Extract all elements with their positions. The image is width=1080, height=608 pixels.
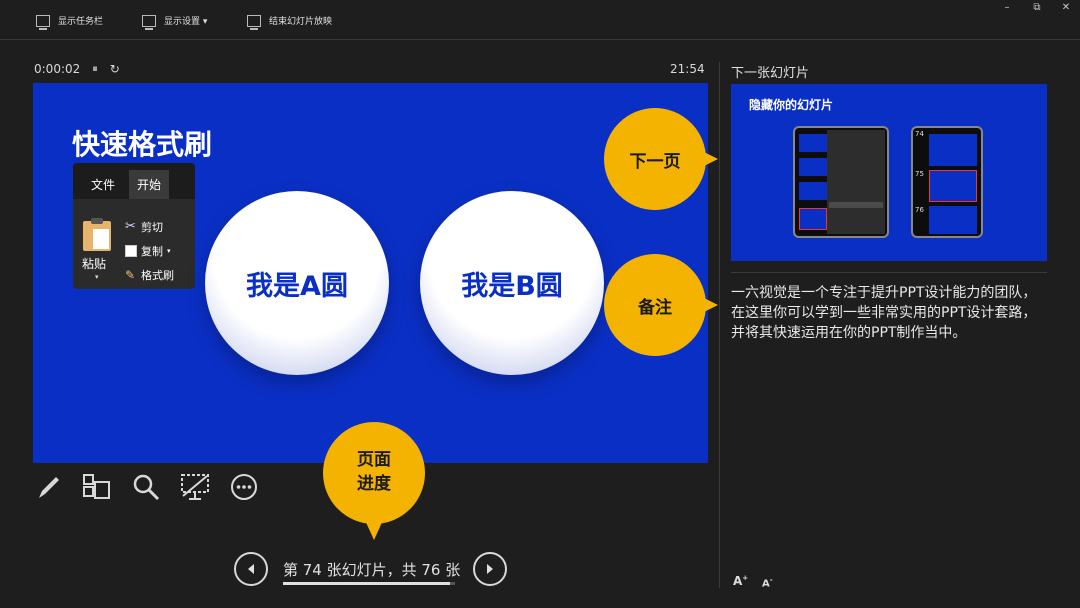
close-button[interactable]: ✕ [1056,2,1076,13]
ribbon-mockup: 文件 开始 粘贴 ▾ ✂ 剪切 复制 ▾ ✎ 格式刷 [73,163,195,289]
paste-label: 粘贴 [82,257,107,271]
end-show-icon [247,14,261,30]
decrease-font-label: A [762,578,770,590]
next-slide-title: 隐藏你的幻灯片 [749,98,834,112]
ribbon-tabs: 文件 开始 [73,163,195,199]
cut-label: 剪切 [141,221,163,234]
slide-progress-bar [283,582,455,585]
end-slideshow-label: 结束幻灯片放映 [269,17,333,27]
paste-icon [83,218,111,251]
format-painter-label: 格式刷 [141,269,174,282]
scissors-icon: ✂ [125,219,136,234]
monitor-settings-icon [142,14,156,30]
circle-b: 我是B圆 [420,191,604,375]
black-screen-icon[interactable] [180,472,210,502]
show-taskbar-label: 显示任务栏 [58,17,104,27]
clock: 21:54 [670,62,705,76]
slide-counter[interactable]: 第 74 张幻灯片，共 76 张 [283,559,460,580]
panel-divider [719,62,720,588]
next-slide-preview[interactable]: 隐藏你的幻灯片 74 75 76 [731,84,1047,261]
slide-progress-fill [283,582,451,585]
next-slide-context-menu-mockup [793,126,889,238]
next-slide-button[interactable] [473,552,507,586]
see-all-slides-icon[interactable] [82,472,112,502]
notes-callout-label: 备注 [638,297,672,318]
minimize-button[interactable]: – [997,2,1017,13]
thumb-number-75: 75 [915,170,924,178]
decrease-font-button[interactable]: A- [762,576,773,589]
copy-label: 复制 [141,245,163,258]
copy-icon [125,245,137,257]
slide-title: 快速格式刷 [72,128,213,161]
page-progress-callout-line2: 进度 [357,474,391,494]
ribbon-tab-home: 开始 [129,170,170,199]
increase-font-button[interactable]: A+ [733,574,748,588]
format-painter-command: ✎ 格式刷 [125,267,174,283]
circle-a: 我是A圆 [205,191,389,375]
previous-arrow-icon [248,564,254,574]
next-slide-thumbnail-mockup: 74 75 76 [911,126,983,238]
next-arrow-icon [487,564,493,574]
page-progress-callout: 页面 进度 [323,422,425,524]
reset-timer-icon[interactable]: ↻ [110,62,120,76]
speaker-notes[interactable]: 一六视觉是一个专注于提升PPT设计能力的团队，在这里你可以学到一些非常实用的PP… [731,284,1049,344]
page-progress-callout-line1: 页面 [357,450,391,471]
notes-callout-pointer [700,296,718,314]
zoom-icon[interactable] [131,472,161,502]
page-progress-callout-pointer [364,518,384,540]
next-page-callout-label: 下一页 [629,151,681,172]
previous-slide-button[interactable] [234,552,268,586]
brush-icon: ✎ [125,268,136,282]
copy-command: 复制 ▾ [125,243,171,259]
paste-dropdown-icon: ▾ [95,273,99,281]
copy-dropdown-icon: ▾ [167,247,171,255]
presenter-toolbar: 显示任务栏 显示设置 ▾ 结束幻灯片放映 – ⧉ ✕ [0,0,1080,40]
increase-font-label: A [733,574,743,588]
pen-icon[interactable] [34,472,64,502]
elapsed-time: 0:00:02 [34,62,81,76]
notes-separator [731,272,1047,273]
next-slide-label: 下一张幻灯片 [731,66,810,81]
next-page-callout-pointer [700,150,718,168]
show-taskbar-button[interactable]: 显示任务栏 [36,14,104,30]
cut-command: ✂ 剪切 [125,219,163,235]
restore-button[interactable]: ⧉ [1027,2,1047,13]
taskbar-icon [36,14,50,30]
pause-icon[interactable]: ⏸ [92,62,98,76]
timer: 0:00:02 ⏸ ↻ [34,62,120,76]
more-options-icon[interactable] [229,472,259,502]
display-settings-label: 显示设置 ▾ [164,17,208,27]
display-settings-button[interactable]: 显示设置 ▾ [142,14,208,30]
notes-callout: 备注 [604,254,706,356]
thumb-number-76: 76 [915,206,924,214]
next-page-callout: 下一页 [604,108,706,210]
end-slideshow-button[interactable]: 结束幻灯片放映 [247,14,333,30]
ribbon-tab-file: 文件 [91,178,116,192]
thumb-number-74: 74 [915,130,924,138]
